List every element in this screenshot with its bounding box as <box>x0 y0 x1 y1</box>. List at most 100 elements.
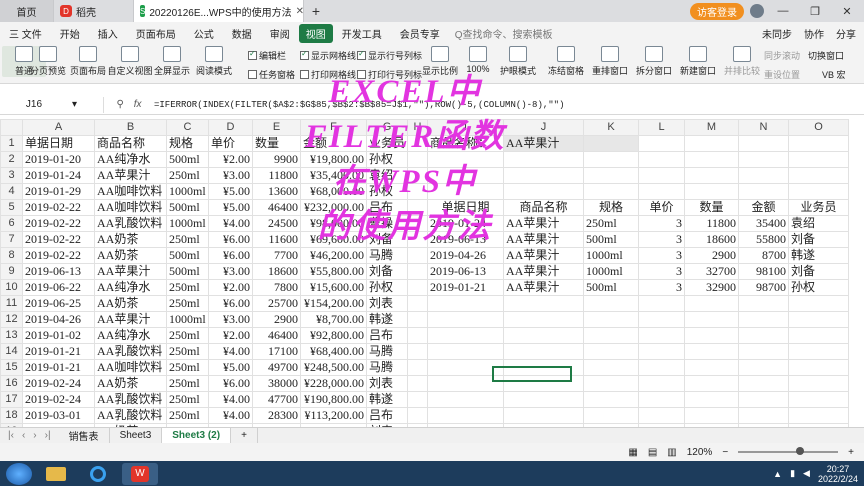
cell[interactable] <box>407 231 429 248</box>
cell[interactable] <box>788 343 850 360</box>
cell[interactable] <box>684 135 740 152</box>
formula-bar-toggle[interactable]: 编辑栏 <box>248 49 286 62</box>
cell[interactable] <box>788 151 850 168</box>
cell[interactable]: 1000ml <box>583 263 640 280</box>
selected-cell[interactable] <box>492 366 572 382</box>
cell[interactable]: ¥19,800.00 <box>300 151 367 168</box>
row-header[interactable]: 4 <box>0 183 23 200</box>
row-header[interactable]: 17 <box>0 391 23 408</box>
cell[interactable]: ¥5.00 <box>208 199 253 216</box>
cell[interactable]: 250ml <box>166 359 209 376</box>
network-icon[interactable]: ▮ <box>790 468 795 479</box>
cell[interactable] <box>738 183 790 200</box>
cell[interactable]: 2019-01-02 <box>22 327 95 344</box>
zoom-icon[interactable]: ⚲ <box>116 99 123 110</box>
cell[interactable]: ¥3.00 <box>208 167 253 184</box>
row-header[interactable]: 16 <box>0 375 23 392</box>
cell[interactable] <box>407 359 429 376</box>
cell[interactable] <box>503 183 585 200</box>
spreadsheet-grid[interactable]: ABCDEFGHIJKLMNO 1 单据日期 商品名称 规格 单价 数量 金额 业务员 商品名称… <box>0 119 864 427</box>
cell[interactable]: 1000ml <box>166 311 209 328</box>
row-header[interactable]: 13 <box>0 327 23 344</box>
cell[interactable] <box>427 167 505 184</box>
cell[interactable]: 500ml <box>583 279 640 296</box>
cell[interactable]: 孙权 <box>788 279 850 296</box>
cell[interactable]: 98100 <box>738 263 790 280</box>
cell[interactable]: 17100 <box>252 343 301 360</box>
cell[interactable]: 规格 <box>166 135 209 152</box>
cell[interactable] <box>583 407 640 424</box>
column-header[interactable]: E <box>252 119 301 136</box>
cell[interactable]: ¥5.00 <box>208 359 253 376</box>
cell[interactable]: 吕布 <box>365 407 409 424</box>
fx-icon[interactable]: fx <box>134 99 142 110</box>
row-header[interactable]: 2 <box>0 151 23 168</box>
cell[interactable] <box>738 375 790 392</box>
cell[interactable]: 2019-06-25 <box>22 295 95 312</box>
menu-item-view[interactable]: 视图 <box>298 23 333 43</box>
cell[interactable]: AA咖啡饮料 <box>94 183 167 200</box>
cell[interactable]: AA乳酸饮料 <box>94 391 167 408</box>
cell[interactable]: 1000ml <box>166 215 209 232</box>
freeze-panes-button[interactable]: 冻结窗格 <box>544 46 588 77</box>
cell[interactable]: ¥6.00 <box>208 231 253 248</box>
cell[interactable]: 250ml <box>166 167 209 184</box>
share-button[interactable]: 分享 <box>836 26 856 41</box>
cell[interactable] <box>407 247 429 264</box>
row-header[interactable]: 15 <box>0 359 23 376</box>
cell[interactable]: 7700 <box>252 247 301 264</box>
cell[interactable]: 2019-01-29 <box>22 183 95 200</box>
minimize-icon[interactable]: — <box>770 5 796 17</box>
cell[interactable]: 46400 <box>252 199 301 216</box>
cell[interactable]: 250ml <box>166 407 209 424</box>
cell[interactable]: ¥8,700.00 <box>300 311 367 328</box>
cell[interactable]: ¥6.00 <box>208 375 253 392</box>
cell[interactable]: 98700 <box>738 279 790 296</box>
cell[interactable] <box>427 183 505 200</box>
cell[interactable] <box>638 151 686 168</box>
row-header[interactable]: 9 <box>0 263 23 280</box>
cell[interactable]: ¥3.00 <box>208 263 253 280</box>
cell[interactable]: 2019-01-21 <box>427 279 505 296</box>
cell[interactable]: 马腾 <box>365 359 409 376</box>
gridlines-toggle[interactable]: 显示网格线 <box>300 49 356 62</box>
cell[interactable]: 商品名称 <box>503 199 585 216</box>
cell[interactable] <box>684 311 740 328</box>
reading-mode-button[interactable]: 阅读模式 <box>192 46 236 77</box>
clock[interactable]: 20:27 2022/2/24 <box>818 464 858 484</box>
sheet-tab-sales[interactable]: 销售表 <box>59 427 110 444</box>
cell[interactable] <box>427 407 505 424</box>
switch-window-button[interactable]: 切换窗口 <box>808 49 844 62</box>
row-header[interactable]: 10 <box>0 279 23 296</box>
cell[interactable]: 11600 <box>252 231 301 248</box>
cell[interactable]: 孙权 <box>365 279 409 296</box>
cell[interactable]: ¥190,800.00 <box>300 391 367 408</box>
cell[interactable]: 250ml <box>166 295 209 312</box>
cell[interactable]: 25700 <box>252 295 301 312</box>
cell[interactable] <box>503 311 585 328</box>
cell[interactable]: 曹操 <box>365 215 409 232</box>
cell[interactable] <box>684 327 740 344</box>
cell[interactable] <box>684 183 740 200</box>
cell[interactable]: 2019-06-13 <box>22 263 95 280</box>
column-header[interactable]: A <box>22 119 95 136</box>
cell[interactable]: 刘备 <box>365 263 409 280</box>
cell[interactable]: 55800 <box>738 231 790 248</box>
cell[interactable]: 2019-06-13 <box>427 231 505 248</box>
cell[interactable]: 2019-02-22 <box>22 215 95 232</box>
cell[interactable]: 11800 <box>684 215 740 232</box>
cell[interactable] <box>738 391 790 408</box>
cell[interactable] <box>638 183 686 200</box>
corner-cell[interactable] <box>0 119 23 136</box>
cell[interactable]: 250ml <box>166 231 209 248</box>
row-header[interactable]: 18 <box>0 407 23 424</box>
cell[interactable] <box>738 327 790 344</box>
cell[interactable]: AA苹果汁 <box>503 279 585 296</box>
cell[interactable]: 刘备 <box>788 231 850 248</box>
cell[interactable]: 2019-02-24 <box>22 391 95 408</box>
cell[interactable] <box>583 167 640 184</box>
new-window-button[interactable]: 新建窗口 <box>676 46 720 77</box>
cell[interactable] <box>427 327 505 344</box>
cell[interactable]: 刘备 <box>365 231 409 248</box>
cell[interactable] <box>738 407 790 424</box>
